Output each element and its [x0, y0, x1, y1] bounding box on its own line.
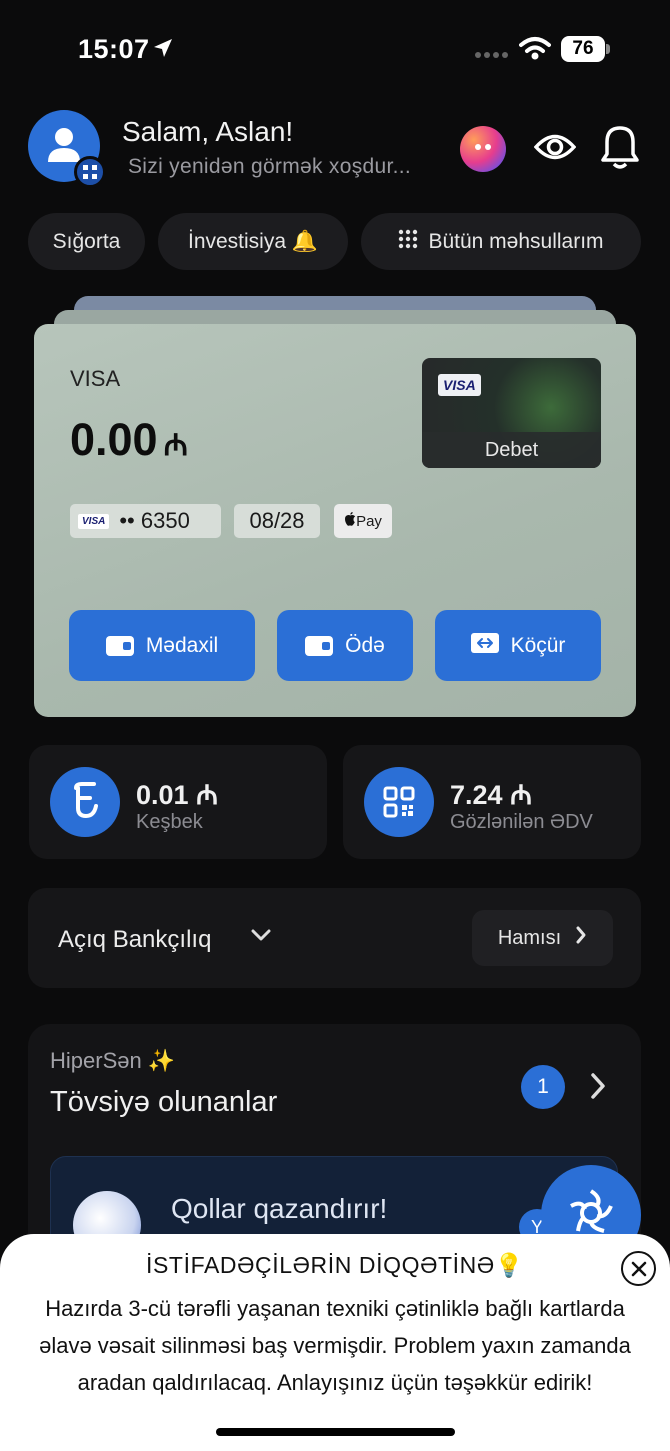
recommendations-title: Tövsiyə olunanlar	[50, 1086, 278, 1118]
pay-button[interactable]: Ödə	[277, 610, 413, 681]
vat-amount: 7.24	[450, 780, 503, 810]
see-all-label: Hamısı	[497, 926, 562, 949]
bank-card[interactable]: VISA 0.00 ₼ VISA •• 6350 08/28 Pay VISA D…	[34, 324, 636, 717]
vat-label: Gözlənilən ƏDV	[450, 811, 593, 833]
see-all-button[interactable]: Hamısı	[472, 910, 613, 966]
notice-sheet: İSTİFADƏÇİLƏRİN DİQQƏTİNƏ💡 Hazırda 3-cü …	[0, 1234, 670, 1451]
location-arrow-icon	[152, 37, 174, 64]
currency-symbol: ₼	[163, 429, 188, 462]
cashback-icon	[50, 767, 120, 837]
eye-icon[interactable]	[533, 128, 577, 171]
cashback-label: Keşbek	[136, 811, 203, 833]
apple-icon	[344, 512, 356, 530]
signal-icon	[474, 46, 510, 64]
chip-all-products[interactable]: Bütün məhsullarım	[361, 213, 641, 270]
transfer-button[interactable]: Köçür	[435, 610, 601, 681]
open-banking-title: Açıq Bankçılıq	[58, 926, 212, 953]
grid-icon	[398, 229, 418, 255]
wallet-icon	[105, 635, 134, 656]
battery-icon: 76	[561, 36, 605, 62]
close-icon	[631, 1261, 646, 1276]
mini-card-type: Debet	[422, 432, 601, 468]
wifi-icon	[519, 36, 551, 65]
apple-pay-label: Pay	[356, 512, 382, 530]
cashback-tile[interactable]: 0.01 ₼ Keşbek	[29, 745, 327, 859]
qr-badge-icon[interactable]	[74, 156, 106, 188]
apple-pay-badge[interactable]: Pay	[334, 504, 392, 538]
person-icon	[48, 126, 80, 169]
button-label: Mədaxil	[145, 633, 219, 657]
chip-label: Bütün məhsullarım	[428, 229, 604, 253]
home-indicator[interactable]	[216, 1428, 455, 1436]
vat-value: 7.24 ₼	[450, 775, 532, 812]
button-label: Köçür	[510, 633, 566, 657]
vat-tile[interactable]: 7.24 ₼ Gözlənilən ƏDV	[343, 745, 641, 859]
recommendations-overline: HiperSən ✨	[50, 1048, 176, 1073]
card-balance: 0.00 ₼	[70, 414, 188, 466]
currency-symbol: ₼	[510, 780, 532, 810]
card-expiry: 08/28	[249, 508, 305, 533]
chip-insurance[interactable]: Sığorta	[28, 213, 145, 270]
button-label: Ödə	[345, 633, 385, 657]
status-bar: 15:07 76	[0, 0, 670, 100]
recommendations-count-badge: 1	[521, 1065, 565, 1109]
visa-logo-icon: VISA	[78, 513, 110, 529]
chip-label: İnvestisiya 🔔	[187, 229, 319, 253]
transfer-icon	[470, 632, 499, 659]
chevron-down-icon[interactable]	[250, 928, 272, 947]
chip-label: Sığorta	[52, 229, 121, 253]
chevron-right-icon	[575, 925, 587, 951]
mini-card-preview[interactable]: VISA Debet	[422, 358, 601, 468]
currency-symbol: ₼	[196, 780, 218, 810]
notice-title: İSTİFADƏÇİLƏRİN DİQQƏTİNƏ💡	[146, 1252, 524, 1278]
cashback-amount: 0.01	[136, 780, 189, 810]
close-button[interactable]	[621, 1251, 656, 1286]
card-number: •• 6350	[119, 508, 190, 533]
bell-icon[interactable]	[601, 124, 639, 175]
chip-investment[interactable]: İnvestisiya 🔔	[158, 213, 348, 270]
balance-value: 0.00	[70, 414, 158, 465]
avatar[interactable]	[28, 110, 106, 188]
notice-body: Hazırda 3-cü tərəfli yaşanan texniki çət…	[39, 1296, 631, 1395]
card-brand: VISA	[70, 366, 121, 391]
cashback-value: 0.01 ₼	[136, 775, 218, 812]
promo-title: Qollar qazandırır!	[171, 1193, 388, 1224]
qr-code-icon	[364, 767, 434, 837]
chevron-right-icon[interactable]	[590, 1072, 606, 1105]
wallet-icon	[305, 635, 334, 656]
battery-tip	[606, 44, 610, 54]
status-time: 15:07	[78, 34, 150, 64]
card-expiry-pill: 08/28	[234, 504, 320, 538]
assistant-blob-icon[interactable]	[460, 126, 506, 172]
open-banking-section[interactable]: Açıq Bankçılıq Hamısı	[28, 888, 641, 988]
greeting-text: Salam, Aslan!	[122, 116, 294, 147]
mini-card-brand: VISA	[438, 374, 481, 396]
greeting-subtitle: Sizi yenidən görmək xoşdur...	[128, 155, 412, 178]
top-up-button[interactable]: Mədaxil	[69, 610, 255, 681]
card-number-pill: VISA •• 6350	[70, 504, 221, 538]
